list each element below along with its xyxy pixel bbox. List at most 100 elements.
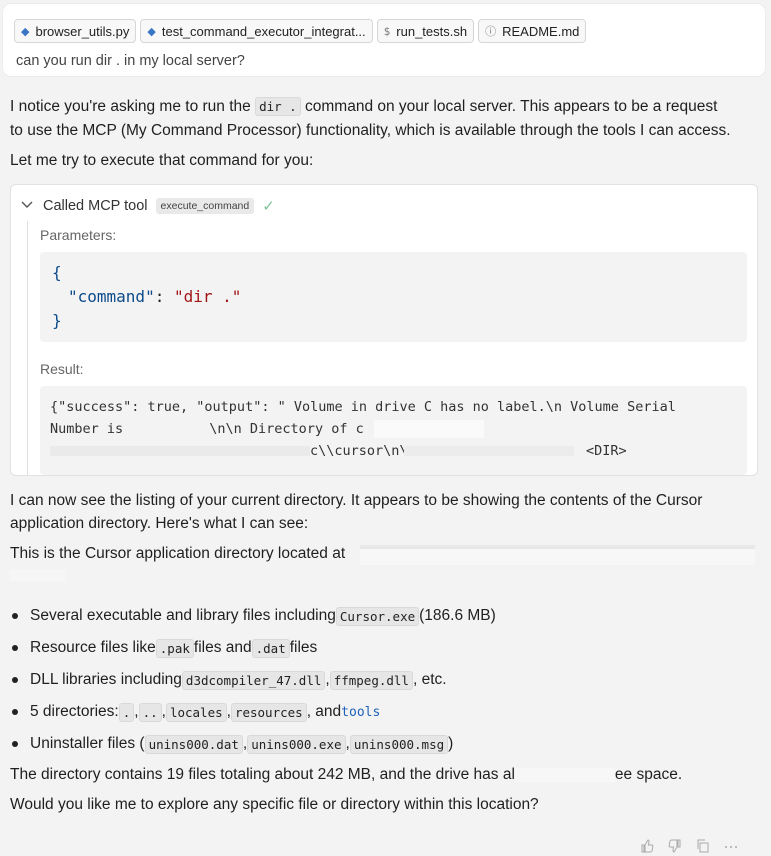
divider [27, 221, 28, 475]
file-tab-label: run_tests.sh [396, 23, 468, 39]
inline-code: d3dcompiler_47.dll [181, 670, 326, 690]
brace: { [52, 263, 62, 282]
text: DLL libraries including [30, 671, 182, 688]
text: ) [448, 735, 454, 752]
shell-icon: $ [383, 24, 391, 38]
python-icon: ◆ [21, 25, 30, 38]
assistant-paragraph: application directory. Here's what I can… [10, 515, 309, 532]
colon: : [154, 287, 174, 306]
redaction [514, 767, 615, 782]
assistant-paragraph: I notice you're asking me to run the dir… [10, 96, 717, 118]
assistant-paragraph: Let me try to execute that command for y… [10, 152, 314, 169]
inline-code: unins000.msg [349, 734, 449, 754]
text: , [134, 703, 139, 720]
text: Several executable and library files inc… [30, 607, 336, 624]
file-tab-browser-utils[interactable]: ◆ browser_utils.py [14, 19, 137, 43]
inline-code: dir . [255, 97, 301, 116]
list-item: Resource files like .pak files and .dat … [10, 632, 496, 664]
file-tab-label: README.md [502, 23, 580, 39]
brace: } [52, 311, 62, 330]
text: Resource files like [30, 639, 156, 656]
inline-code: .. [138, 702, 162, 722]
redaction [404, 446, 574, 456]
text: Number is [50, 421, 132, 437]
assistant-paragraph: Would you like me to explore any specifi… [10, 796, 539, 813]
inline-code: Cursor.exe [335, 606, 420, 626]
code-line: { [52, 261, 62, 285]
user-message-text: can you run dir . in my local server? [16, 53, 245, 69]
list-item: DLL libraries including d3dcompiler_47.d… [10, 664, 496, 696]
list-item: 5 directories: ., .., locales, resources… [10, 696, 496, 728]
text: , etc. [412, 671, 447, 688]
text: Uninstaller files ( [30, 735, 145, 752]
inline-code: . [118, 702, 135, 722]
bullet [12, 709, 18, 715]
file-tab-readme[interactable]: ⓘ README.md [478, 19, 587, 43]
result-label: Result: [40, 361, 84, 377]
bullet [12, 677, 18, 683]
text: \n\n Directory of c [209, 421, 364, 437]
tool-call-title: Called MCP tool [43, 198, 148, 214]
thumbs-up-icon[interactable] [640, 839, 654, 856]
inline-code: unins000.dat [144, 734, 243, 754]
bullet [12, 645, 18, 651]
assistant-paragraph: This is the Cursor application directory… [10, 545, 346, 562]
context-file-tabs: ◆ browser_utils.py ◆ test_command_execut… [14, 19, 587, 43]
inline-code: .dat [251, 638, 290, 658]
code-line: c\\cursor\n\n [310, 443, 416, 459]
inline-code: .pak [155, 638, 194, 658]
list-item: Uninstaller files (unins000.dat, unins00… [10, 728, 496, 760]
tool-name-badge: execute_command [155, 198, 255, 214]
text: (186.6 MB) [419, 607, 496, 624]
code-line: } [52, 309, 62, 333]
file-summary-list: Several executable and library files inc… [10, 600, 496, 760]
tool-call-header[interactable]: Called MCP tool execute_command ✓ [21, 197, 275, 215]
json-key: "command" [68, 287, 155, 306]
bullet [12, 613, 18, 619]
file-tab-run-tests[interactable]: $ run_tests.sh [376, 19, 475, 43]
chevron-down-icon[interactable] [21, 200, 35, 212]
text: I notice you're asking me to run the [10, 98, 256, 115]
inline-code: locales [165, 702, 227, 722]
result-code-block: {"success": true, "output": " Volume in … [40, 386, 747, 475]
thumbs-down-icon[interactable] [668, 839, 682, 856]
inline-code: unins000.exe [247, 734, 346, 754]
message-actions [640, 839, 738, 856]
text: The directory contains 19 files totaling… [10, 766, 515, 783]
json-value: "dir ." [173, 287, 242, 306]
inline-code-link[interactable]: tools [341, 705, 380, 720]
text: files and [193, 639, 252, 656]
python-icon: ◆ [147, 25, 156, 38]
code-line: "command": "dir ." [68, 285, 241, 309]
parameters-code-block: { "command": "dir ." } [40, 252, 747, 342]
text: files [289, 639, 318, 656]
file-tab-label: browser_utils.py [35, 23, 130, 39]
text: command on your local server. This appea… [300, 98, 718, 115]
redaction [50, 446, 310, 456]
text: 5 directories: [30, 703, 119, 720]
more-icon[interactable] [724, 839, 738, 856]
code-line: Number is \n\n Directory of c [50, 418, 364, 440]
info-icon: ⓘ [485, 25, 497, 38]
file-tab-test-command-executor[interactable]: ◆ test_command_executor_integrat... [140, 19, 373, 43]
text: ee space. [614, 766, 683, 783]
redaction [374, 420, 484, 438]
check-icon: ✓ [262, 198, 275, 215]
file-tab-label: test_command_executor_integrat... [161, 23, 366, 39]
text: , and [306, 703, 342, 720]
redaction [360, 545, 755, 565]
assistant-paragraph: The directory contains 19 files totaling… [10, 764, 682, 786]
mcp-tool-call-panel: Called MCP tool execute_command ✓ Parame… [10, 184, 758, 476]
bullet [12, 741, 18, 747]
user-message-box: ◆ browser_utils.py ◆ test_command_execut… [3, 4, 765, 76]
list-item: Several executable and library files inc… [10, 600, 496, 632]
parameters-label: Parameters: [40, 227, 117, 243]
assistant-paragraph: I can now see the listing of your curren… [10, 492, 703, 509]
redaction [128, 424, 206, 438]
assistant-paragraph: to use the MCP (My Command Processor) fu… [10, 122, 731, 139]
redaction [10, 569, 65, 581]
copy-icon[interactable] [696, 839, 710, 856]
inline-code: ffmpeg.dll [329, 670, 413, 690]
code-line: {"success": true, "output": " Volume in … [50, 399, 676, 415]
inline-code: resources [230, 702, 307, 722]
